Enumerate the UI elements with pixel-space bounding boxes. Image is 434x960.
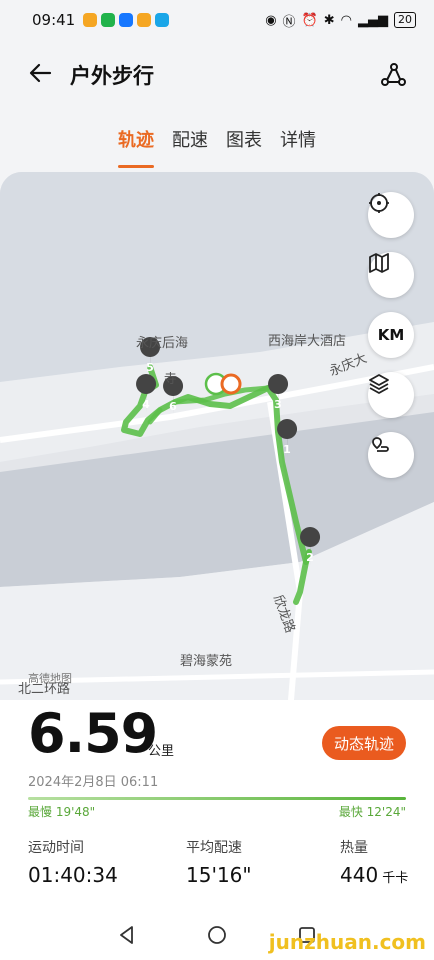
workout-date: 2024年2月8日 06:11 [28, 775, 159, 790]
map-label-yongqing-houhai: 永庆后海 [136, 336, 189, 351]
tab-bar: 轨迹 配速 图表 详情 [0, 122, 434, 168]
app-icon-2 [155, 13, 170, 27]
nav-home-icon[interactable] [206, 924, 228, 946]
dynamic-track-button[interactable]: 动态轨迹 [321, 726, 406, 760]
status-bar: 09:41 ◉ Ⓝ ⏰ ✱ ◠ ▂▄▆ 20 [0, 0, 434, 40]
slowest-pace: 最慢 19'48" [28, 805, 96, 819]
locate-button[interactable] [368, 192, 414, 238]
stat-duration: 运动时间 01:40:34 [28, 837, 118, 887]
tab-track[interactable]: 轨迹 [118, 122, 154, 168]
map-label-north-ring-road: 北二环路 [18, 682, 71, 697]
stat-label: 热量 [340, 840, 368, 856]
alarm-icon: ⏰ [301, 12, 318, 28]
wifi-icon: ◠ [340, 12, 352, 28]
stat-label: 运动时间 [28, 840, 84, 856]
watermark-text: junzhuan.com [268, 930, 426, 954]
notification-icon-2 [137, 13, 152, 27]
km-toggle-button[interactable]: KM [368, 312, 414, 358]
svg-text:2: 2 [306, 551, 314, 564]
stat-value: 15'16" [186, 863, 252, 887]
layers-button[interactable] [368, 372, 414, 418]
signal-icon: ▂▄▆ [358, 12, 388, 28]
distance-value: 6.59 [28, 702, 158, 765]
nav-back-icon[interactable] [116, 924, 138, 946]
svg-text:1: 1 [283, 443, 291, 456]
route-point-button[interactable] [368, 432, 414, 478]
route-map[interactable]: 1 2 3 4 5 6 永庆后海 西海岸大酒店 永庆大 寺 欣龙路 碧海蒙苑 高… [0, 172, 434, 712]
stat-avg-pace: 平均配速 15'16" [186, 837, 252, 887]
stat-value: 01:40:34 [28, 863, 118, 887]
app-icon [119, 13, 134, 27]
pace-gradient-bar [28, 797, 406, 800]
svg-text:6: 6 [169, 400, 177, 413]
fastest-pace: 最快 12'24" [338, 805, 406, 819]
map-style-button[interactable] [368, 252, 414, 298]
stat-calories: 热量 440 千卡 [340, 837, 408, 887]
status-time: 09:41 [32, 11, 76, 29]
stat-value: 440 千卡 [340, 863, 409, 887]
summary-panel: 6.59 公里 动态轨迹 2024年2月8日 06:11 最慢 19'48" 最… [0, 700, 434, 910]
battery-indicator: 20 [394, 12, 416, 28]
map-icon [369, 253, 389, 273]
route-share-icon[interactable] [378, 60, 408, 90]
back-arrow-icon[interactable] [26, 58, 56, 88]
crosshair-icon [369, 193, 389, 213]
map-label-bihai-garden: 碧海蒙苑 [180, 654, 233, 669]
page-title: 户外步行 [70, 64, 154, 88]
wechat-icon [101, 13, 116, 27]
distance-unit: 公里 [148, 744, 175, 759]
map-label-temple: 寺 [164, 372, 178, 387]
svg-text:5: 5 [146, 361, 154, 374]
tab-details[interactable]: 详情 [280, 122, 316, 162]
tab-chart[interactable]: 图表 [226, 122, 262, 162]
tab-pace[interactable]: 配速 [172, 122, 208, 162]
stat-unit: 千卡 [382, 871, 409, 886]
eye-icon: ◉ [265, 12, 277, 28]
svg-text:3: 3 [274, 398, 282, 411]
bluetooth-icon: ✱ [323, 12, 335, 28]
location-pin-icon [372, 437, 389, 452]
svg-text:4: 4 [142, 398, 150, 411]
notification-icon [83, 13, 98, 27]
map-label-hotel: 西海岸大酒店 [268, 334, 347, 349]
app-header: 户外步行 [0, 52, 434, 98]
layers-icon [369, 374, 389, 394]
end-marker-icon [220, 373, 242, 395]
nfc-icon: Ⓝ [282, 14, 296, 30]
stat-label: 平均配速 [186, 840, 242, 856]
